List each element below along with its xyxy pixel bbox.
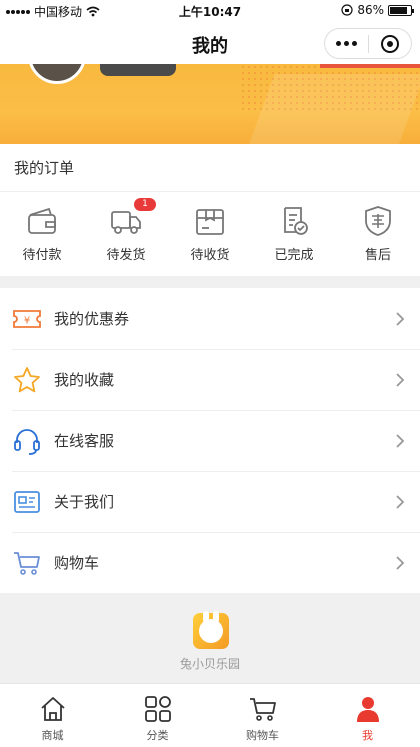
- member-tag: [100, 64, 176, 76]
- tab-category[interactable]: 分类: [105, 684, 210, 747]
- order-label: 已完成: [274, 248, 314, 263]
- nav-bar: 我的: [0, 22, 420, 64]
- status-right: 86%: [341, 3, 414, 17]
- battery-percent: 86%: [357, 3, 384, 17]
- order-label: 售后: [364, 248, 391, 263]
- avatar[interactable]: [28, 64, 86, 84]
- order-pending-payment[interactable]: 待付款: [0, 192, 84, 276]
- svg-text:¥: ¥: [24, 315, 30, 326]
- order-label: 待发货: [106, 248, 146, 263]
- about-card-icon: [12, 487, 42, 517]
- tab-label: 分类: [146, 729, 169, 742]
- menu-label: 在线客服: [54, 432, 115, 450]
- star-icon: [12, 365, 42, 395]
- headset-icon: [12, 426, 42, 456]
- banner-decoration: [245, 74, 420, 144]
- status-bar: 中国移动 上午10:47 86%: [0, 0, 420, 22]
- tab-cart[interactable]: 购物车: [210, 684, 315, 747]
- tab-label: 我: [362, 729, 373, 742]
- profile-banner: [0, 64, 420, 144]
- home-icon: [40, 697, 65, 721]
- orientation-lock-icon: [341, 4, 353, 16]
- chevron-right-icon: [388, 551, 412, 575]
- tab-label: 商城: [41, 729, 64, 742]
- order-completed[interactable]: 已完成: [252, 192, 336, 276]
- bunny-logo: [193, 611, 229, 649]
- order-pending-receipt[interactable]: 待收货: [168, 192, 252, 276]
- user-icon: [356, 697, 379, 722]
- order-count-badge: 1: [134, 198, 156, 211]
- coupon-icon: ¥: [12, 304, 42, 334]
- service-menu: ¥ 我的优惠券 我的收藏 在线客服 关于我们 购物车: [0, 288, 420, 593]
- orders-title: 我的订单: [14, 159, 75, 177]
- order-after-sale[interactable]: 售后: [336, 192, 420, 276]
- brand-footer: 兔小贝乐园: [0, 593, 420, 683]
- tab-home[interactable]: 商城: [0, 684, 105, 747]
- menu-coupons[interactable]: ¥ 我的优惠券: [0, 288, 420, 349]
- menu-about-us[interactable]: 关于我们: [0, 471, 420, 532]
- battery-icon: [388, 4, 414, 16]
- mini-program-capsule: [324, 28, 412, 59]
- cart-icon: [12, 548, 42, 578]
- order-label: 待付款: [22, 248, 62, 263]
- my-orders-section: 我的订单 待付款 1 待发货 待收货 已完成 售后: [0, 144, 420, 276]
- orders-header[interactable]: 我的订单: [0, 144, 420, 192]
- chevron-right-icon: [388, 490, 412, 514]
- menu-customer-service[interactable]: 在线客服: [0, 410, 420, 471]
- package-icon: [196, 209, 224, 235]
- menu-label: 我的优惠券: [54, 310, 130, 328]
- menu-cart[interactable]: 购物车: [0, 532, 420, 593]
- more-icon[interactable]: [325, 29, 368, 58]
- completed-doc-icon: [284, 207, 308, 235]
- tab-me[interactable]: 我: [315, 684, 420, 747]
- chevron-right-icon: [388, 368, 412, 392]
- banner-accent-strip: [320, 64, 420, 68]
- after-sale-shield-icon: [365, 206, 391, 236]
- menu-label: 我的收藏: [54, 371, 115, 389]
- tab-label: 购物车: [246, 729, 279, 742]
- close-mini-program-icon[interactable]: [368, 29, 411, 58]
- order-label: 待收货: [190, 248, 230, 263]
- order-status-row: 待付款 1 待发货 待收货 已完成 售后: [0, 192, 420, 276]
- order-pending-shipment[interactable]: 1 待发货: [84, 192, 168, 276]
- cart-icon: [249, 698, 276, 721]
- menu-label: 购物车: [54, 554, 100, 572]
- category-icon: [144, 696, 171, 722]
- brand-name: 兔小贝乐园: [179, 657, 240, 671]
- wallet-icon: [28, 207, 56, 234]
- chevron-right-icon: [388, 307, 412, 331]
- chevron-right-icon: [388, 429, 412, 453]
- bottom-tab-bar: 商城 分类 购物车 我: [0, 683, 420, 747]
- menu-favorites[interactable]: 我的收藏: [0, 349, 420, 410]
- menu-label: 关于我们: [54, 493, 115, 511]
